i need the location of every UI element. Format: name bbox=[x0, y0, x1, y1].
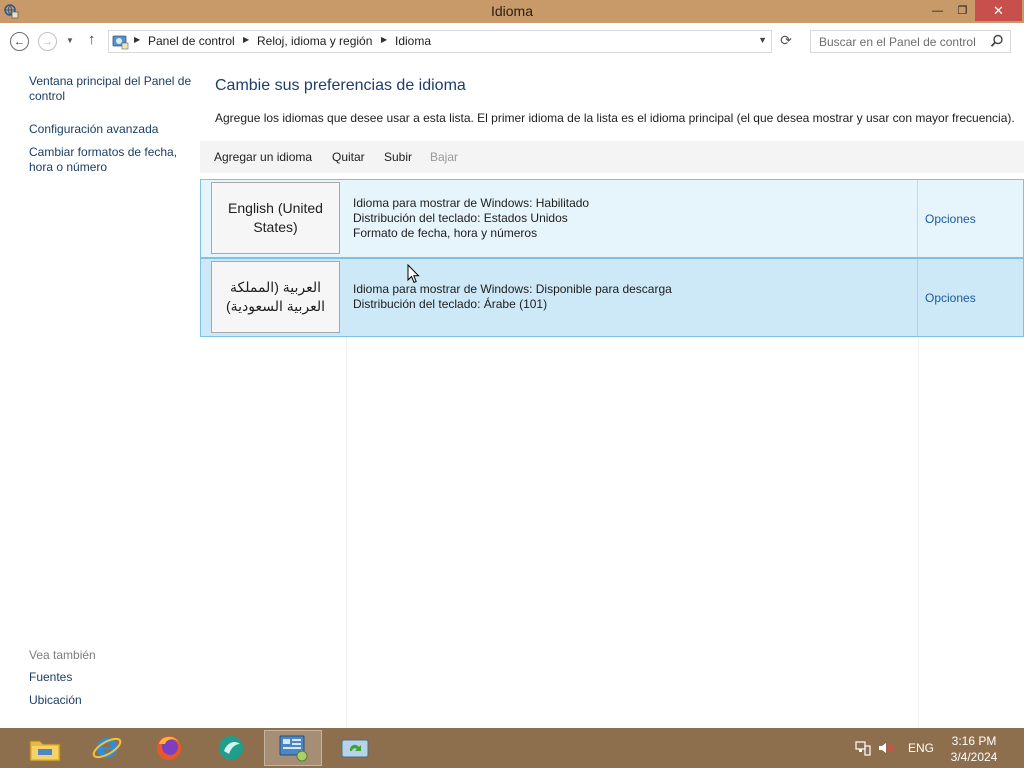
clock-date: 3/4/2024 bbox=[950, 750, 998, 764]
options-link[interactable]: Opciones bbox=[925, 291, 976, 305]
language-tile[interactable]: العربية (المملكة العربية السعودية) bbox=[211, 261, 340, 333]
add-language-button[interactable]: Agregar un idioma bbox=[214, 150, 312, 164]
see-also-heading: Vea también bbox=[29, 648, 96, 662]
breadcrumb-control-panel[interactable]: Panel de control bbox=[148, 34, 235, 48]
close-button[interactable]: ✕ bbox=[975, 0, 1022, 21]
address-dropdown-chevron-icon[interactable]: ▼ bbox=[758, 35, 767, 45]
taskbar-firefox[interactable] bbox=[140, 730, 198, 766]
breadcrumb-language[interactable]: Idioma bbox=[395, 34, 431, 48]
command-bar: Agregar un idioma Quitar Subir Bajar bbox=[200, 141, 1024, 173]
language-keyboard-layout: Distribución del teclado: Árabe (101) bbox=[353, 297, 548, 311]
taskbar-control-panel[interactable] bbox=[264, 730, 322, 766]
link-advanced-settings[interactable]: Configuración avanzada bbox=[29, 122, 194, 137]
language-format: Formato de fecha, hora y números bbox=[353, 226, 538, 240]
breadcrumb-chevron-icon[interactable]: ▶ bbox=[134, 35, 140, 44]
window-title: Idioma bbox=[490, 3, 534, 19]
internet-explorer-icon bbox=[92, 737, 122, 759]
language-tile[interactable]: English (United States) bbox=[211, 182, 340, 254]
up-arrow-icon[interactable]: ↑ bbox=[88, 31, 96, 48]
link-control-panel-home[interactable]: Ventana principal del Panel de control bbox=[29, 74, 194, 104]
taskbar-app-teal[interactable] bbox=[202, 730, 260, 766]
column-guide bbox=[918, 337, 919, 728]
search-icon[interactable] bbox=[990, 34, 1004, 48]
folder-icon bbox=[29, 740, 61, 762]
volume-muted-icon[interactable] bbox=[878, 740, 894, 756]
breadcrumb-clock-language-region[interactable]: Reloj, idioma y región bbox=[257, 34, 372, 48]
refresh-icon[interactable]: ⟳ bbox=[776, 32, 796, 52]
taskbar-sync-app[interactable] bbox=[326, 730, 384, 766]
arrow-right-icon: → bbox=[42, 35, 53, 48]
network-icon[interactable] bbox=[855, 740, 871, 756]
language-keyboard-layout: Distribución del teclado: Estados Unidos bbox=[353, 211, 568, 225]
link-change-date-time-formats[interactable]: Cambiar formatos de fecha, hora o número bbox=[29, 145, 194, 175]
system-clock[interactable]: 3:16 PM 3/4/2024 bbox=[948, 733, 1000, 765]
address-bar[interactable]: ▶ Panel de control ▶ Reloj, idioma y reg… bbox=[108, 30, 772, 53]
breadcrumb-chevron-icon[interactable]: ▶ bbox=[381, 35, 387, 44]
sync-app-icon bbox=[341, 739, 369, 758]
link-location[interactable]: Ubicación bbox=[29, 693, 194, 708]
mouse-cursor-icon bbox=[407, 264, 420, 284]
back-button[interactable]: ← bbox=[10, 32, 29, 51]
forward-button[interactable]: → bbox=[38, 32, 57, 51]
column-guide bbox=[346, 337, 347, 728]
title-bar: Idioma — ❐ ✕ bbox=[0, 0, 1024, 23]
language-display-status: Idioma para mostrar de Windows: Habilita… bbox=[353, 196, 590, 210]
recent-locations-chevron-icon[interactable]: ▼ bbox=[66, 36, 74, 45]
breadcrumb-chevron-icon[interactable]: ▶ bbox=[243, 35, 249, 44]
search-box[interactable] bbox=[810, 30, 1011, 53]
taskbar-file-explorer[interactable] bbox=[16, 730, 74, 766]
options-link[interactable]: Opciones bbox=[925, 212, 976, 226]
move-down-button: Bajar bbox=[430, 150, 459, 164]
link-fonts[interactable]: Fuentes bbox=[29, 670, 194, 685]
left-pane: Ventana principal del Panel de control C… bbox=[0, 59, 200, 728]
language-row-english[interactable]: English (United States) Idioma para most… bbox=[200, 179, 1024, 258]
language-display-status: Idioma para mostrar de Windows: Disponib… bbox=[353, 282, 672, 296]
firefox-icon bbox=[157, 736, 181, 760]
teal-app-icon bbox=[219, 736, 243, 760]
page-description: Agregue los idiomas que desee usar a est… bbox=[215, 111, 1015, 125]
row-divider bbox=[917, 180, 918, 257]
taskbar-internet-explorer[interactable] bbox=[78, 730, 136, 766]
remove-button[interactable]: Quitar bbox=[332, 150, 365, 164]
taskbar: ENG 3:16 PM 3/4/2024 bbox=[0, 728, 1024, 768]
control-panel-icon bbox=[279, 735, 308, 762]
control-panel-icon bbox=[112, 35, 129, 50]
input-language-indicator[interactable]: ENG bbox=[908, 741, 934, 755]
navigation-bar: ← → ▼ ↑ ▶ Panel de control ▶ Reloj, idio… bbox=[0, 23, 1024, 59]
page-title: Cambie sus preferencias de idioma bbox=[215, 77, 466, 94]
clock-time: 3:16 PM bbox=[951, 734, 997, 748]
row-divider bbox=[917, 259, 918, 336]
search-input[interactable] bbox=[811, 31, 987, 52]
maximize-button[interactable]: ❐ bbox=[948, 0, 977, 21]
language-row-arabic[interactable]: العربية (المملكة العربية السعودية) Idiom… bbox=[200, 258, 1024, 337]
arrow-left-icon: ← bbox=[14, 35, 25, 48]
move-up-button[interactable]: Subir bbox=[384, 150, 412, 164]
